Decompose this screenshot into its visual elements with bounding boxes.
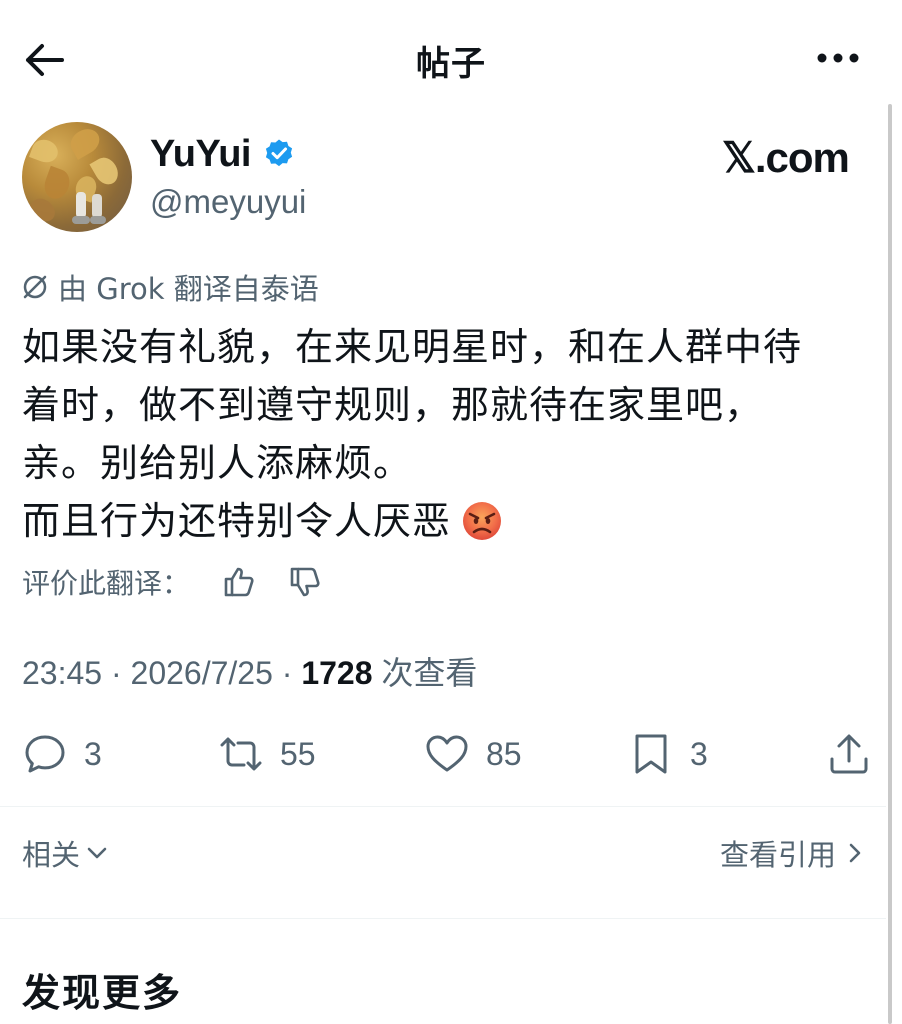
translate-icon bbox=[23, 275, 47, 299]
divider bbox=[0, 918, 886, 919]
post-line-text: 而且行为还特别令人厌恶 bbox=[22, 499, 452, 543]
repost-button[interactable]: 55 bbox=[218, 726, 316, 782]
author-handle[interactable]: @meyuyui bbox=[150, 183, 306, 221]
rate-translation-row: 评价此翻译： bbox=[22, 560, 324, 604]
post-text: 如果没有礼貌，在来见明星时，和在人群中待 着时，做不到遵守规则，那就待在家里吧，… bbox=[22, 318, 882, 550]
more-horizontal-icon bbox=[817, 53, 859, 63]
reply-icon bbox=[25, 735, 65, 773]
post-line: 亲。别给别人添麻烦。 bbox=[22, 441, 413, 485]
rate-translation-label: 评价此翻译： bbox=[22, 567, 191, 600]
translation-source-text: 由 Grok 翻译自泰语 bbox=[58, 272, 319, 306]
view-quotes-label: 查看引用 bbox=[720, 838, 837, 872]
action-bar: 3 55 85 3 bbox=[0, 726, 902, 786]
post-date[interactable]: 2026/7/25 bbox=[131, 655, 273, 691]
translation-label: 由 Grok 翻译自泰语 bbox=[20, 266, 319, 308]
reply-button[interactable]: 3 bbox=[22, 726, 102, 782]
top-bar: 帖子 bbox=[0, 0, 902, 110]
pouting-face-emoji bbox=[463, 502, 502, 540]
discover-more-heading: 发现更多 bbox=[22, 971, 183, 1015]
view-quotes-link[interactable]: 查看引用 bbox=[720, 832, 868, 874]
divider bbox=[0, 806, 886, 807]
post-line-last: 而且行为还特别令人厌恶 bbox=[22, 492, 882, 550]
author-name-row[interactable]: YuYui bbox=[150, 130, 295, 178]
bookmark-icon bbox=[635, 734, 667, 774]
avatar[interactable] bbox=[22, 122, 132, 232]
bookmark-button[interactable]: 3 bbox=[628, 726, 708, 782]
scrollbar[interactable] bbox=[888, 104, 892, 1024]
more-button[interactable] bbox=[812, 40, 864, 76]
reply-count: 3 bbox=[84, 735, 102, 772]
related-toggle[interactable]: 相关 bbox=[22, 832, 110, 874]
post-line: 着时，做不到遵守规则，那就待在家里吧， bbox=[22, 383, 764, 427]
verified-badge-icon bbox=[265, 139, 293, 167]
share-icon bbox=[830, 734, 868, 774]
like-button[interactable]: 85 bbox=[424, 726, 522, 782]
related-label: 相关 bbox=[22, 838, 81, 872]
repost-icon bbox=[220, 737, 262, 771]
author-name[interactable]: YuYui bbox=[150, 133, 251, 176]
post-time[interactable]: 23:45 bbox=[22, 655, 102, 691]
chevron-right-icon bbox=[849, 843, 861, 863]
share-button[interactable] bbox=[826, 726, 872, 782]
post-line: 如果没有礼貌，在来见明星时，和在人群中待 bbox=[22, 325, 803, 369]
thumbs-up-icon[interactable] bbox=[220, 563, 258, 601]
like-count: 85 bbox=[486, 735, 522, 772]
chevron-down-icon bbox=[87, 847, 107, 859]
x-com-watermark: 𝕏.com bbox=[722, 134, 850, 181]
bookmark-count: 3 bbox=[690, 735, 708, 772]
post-meta: 23:45 · 2026/7/25 · 1728 次查看 bbox=[22, 648, 477, 694]
meta-separator: · bbox=[102, 655, 131, 691]
views-label: 次查看 bbox=[372, 655, 478, 691]
repost-count: 55 bbox=[280, 735, 316, 772]
heart-icon bbox=[426, 735, 468, 772]
page-title: 帖子 bbox=[416, 44, 486, 84]
thumbs-down-icon[interactable] bbox=[286, 563, 324, 601]
meta-separator: · bbox=[272, 655, 302, 691]
views-count: 1728 bbox=[301, 655, 373, 691]
